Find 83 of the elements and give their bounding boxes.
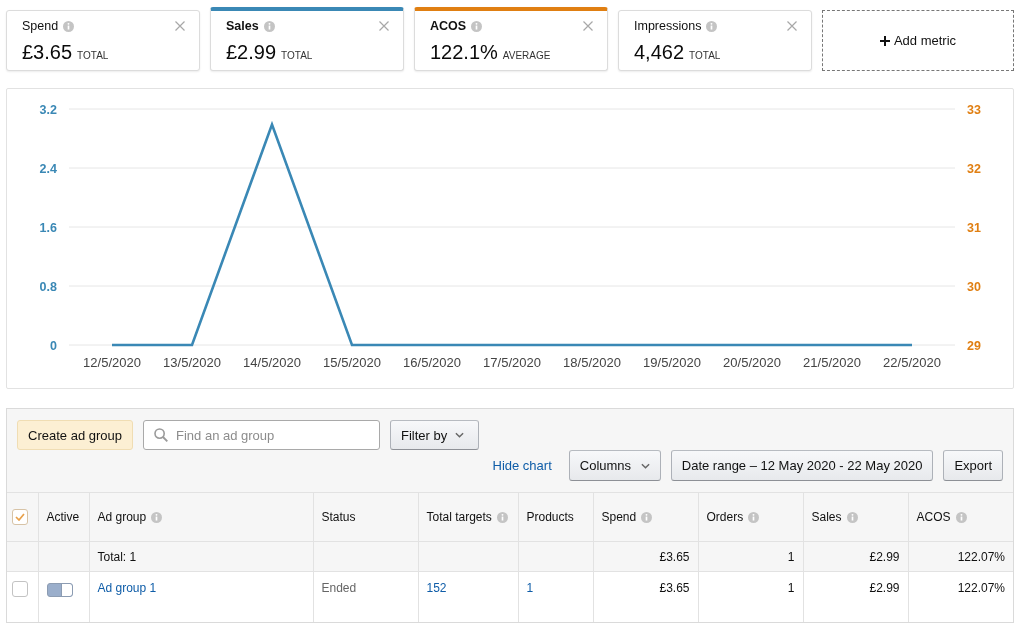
plus-icon bbox=[879, 35, 890, 46]
x-axis-label: 19/5/2020 bbox=[643, 355, 701, 370]
total-value: £2.99 bbox=[869, 549, 900, 564]
status-text: Ended bbox=[321, 581, 357, 595]
close-icon[interactable] bbox=[583, 21, 593, 31]
metric-card[interactable]: Sales £2.99 TOTAL bbox=[210, 7, 404, 71]
metric-label: Spend bbox=[22, 19, 59, 33]
info-icon bbox=[263, 20, 275, 32]
metric-aggregate: AVERAGE bbox=[502, 50, 551, 61]
y2-axis-label: 31 bbox=[967, 220, 981, 235]
cell-value: 1 bbox=[787, 581, 795, 595]
total-label: Total: 1 bbox=[97, 549, 137, 564]
x-axis-label: 21/5/2020 bbox=[803, 355, 861, 370]
x-axis-label: 15/5/2020 bbox=[323, 355, 381, 370]
metric-value: £2.99 bbox=[226, 40, 277, 64]
hide-chart-link[interactable]: Hide chart bbox=[492, 458, 552, 473]
metric-value: £3.65 bbox=[22, 40, 73, 64]
total-value: £3.65 bbox=[659, 549, 690, 564]
metric-aggregate: TOTAL bbox=[281, 50, 313, 61]
cell-value: £3.65 bbox=[659, 581, 690, 595]
checkbox[interactable] bbox=[12, 581, 28, 597]
chevron-down-icon bbox=[455, 432, 465, 438]
info-icon bbox=[63, 20, 75, 32]
metric-card[interactable]: Spend £3.65 TOTAL bbox=[6, 10, 200, 71]
metric-label: Impressions bbox=[634, 19, 702, 33]
x-axis-label: 17/5/2020 bbox=[483, 355, 541, 370]
info-icon bbox=[706, 20, 718, 32]
toggle-switch[interactable] bbox=[46, 583, 73, 597]
metric-label: ACOS bbox=[430, 19, 467, 33]
check-icon bbox=[15, 513, 25, 521]
checkbox[interactable] bbox=[12, 509, 28, 525]
metric-value: 4,462 bbox=[634, 40, 685, 64]
y2-axis-label: 30 bbox=[967, 279, 981, 294]
y2-axis-label: 29 bbox=[967, 338, 981, 353]
filter-button[interactable]: Filter by bbox=[390, 420, 479, 450]
info-icon bbox=[471, 20, 483, 32]
column-header[interactable]: Total targets bbox=[426, 510, 492, 524]
columns-button[interactable]: Columns bbox=[568, 450, 661, 481]
column-header[interactable]: Orders bbox=[706, 510, 744, 524]
cell-link[interactable]: Ad group 1 bbox=[97, 581, 157, 595]
y-axis-label: 3.2 bbox=[39, 102, 57, 117]
metric-value: 122.1% bbox=[430, 40, 498, 64]
y-axis-label: 0.8 bbox=[39, 279, 57, 294]
x-axis-label: 20/5/2020 bbox=[723, 355, 781, 370]
x-axis-label: 16/5/2020 bbox=[403, 355, 461, 370]
x-axis-label: 22/5/2020 bbox=[883, 355, 941, 370]
close-icon[interactable] bbox=[787, 21, 797, 31]
cell-value: 122.07% bbox=[957, 581, 1005, 595]
total-value: 122.07% bbox=[957, 549, 1005, 564]
column-header[interactable]: Ad group bbox=[97, 510, 147, 524]
total-value: 1 bbox=[787, 549, 795, 564]
y2-axis-label: 33 bbox=[967, 102, 981, 117]
chevron-down-icon bbox=[640, 462, 650, 469]
x-axis-label: 14/5/2020 bbox=[243, 355, 301, 370]
metric-label: Sales bbox=[226, 19, 259, 33]
column-header[interactable]: ACOS bbox=[916, 510, 951, 524]
column-header[interactable]: Sales bbox=[811, 510, 842, 524]
column-header[interactable]: Spend bbox=[601, 510, 637, 524]
close-icon[interactable] bbox=[379, 21, 389, 31]
column-header[interactable]: Status bbox=[321, 510, 356, 524]
cell-value: £2.99 bbox=[869, 581, 900, 595]
x-axis-label: 12/5/2020 bbox=[83, 355, 141, 370]
date-range-button[interactable]: Date range – 12 May 2020 - 22 May 2020 bbox=[670, 450, 934, 481]
y-axis-label: 1.6 bbox=[39, 220, 57, 235]
metric-aggregate: TOTAL bbox=[77, 50, 109, 61]
metric-card[interactable]: Impressions 4,462 TOTAL bbox=[618, 10, 812, 71]
column-header[interactable]: Active bbox=[46, 510, 80, 524]
export-button[interactable]: Export bbox=[943, 450, 1003, 481]
metric-aggregate: TOTAL bbox=[689, 50, 721, 61]
y-axis-label: 0 bbox=[50, 338, 57, 353]
x-axis-label: 18/5/2020 bbox=[563, 355, 621, 370]
x-axis-label: 13/5/2020 bbox=[163, 355, 221, 370]
search-icon bbox=[154, 428, 168, 442]
add-metric-button[interactable]: Add metric bbox=[822, 10, 1014, 71]
y-axis-label: 2.4 bbox=[39, 161, 57, 176]
search-field[interactable]: Find an ad group bbox=[143, 420, 380, 450]
cell-link[interactable]: 152 bbox=[426, 581, 447, 595]
y2-axis-label: 32 bbox=[967, 161, 981, 176]
create-ad-group-button[interactable]: Create ad group bbox=[17, 420, 133, 450]
cell-link[interactable]: 1 bbox=[526, 581, 534, 595]
metric-card[interactable]: ACOS 122.1% AVERAGE bbox=[414, 7, 608, 71]
column-header[interactable]: Products bbox=[526, 510, 574, 524]
close-icon[interactable] bbox=[175, 21, 185, 31]
